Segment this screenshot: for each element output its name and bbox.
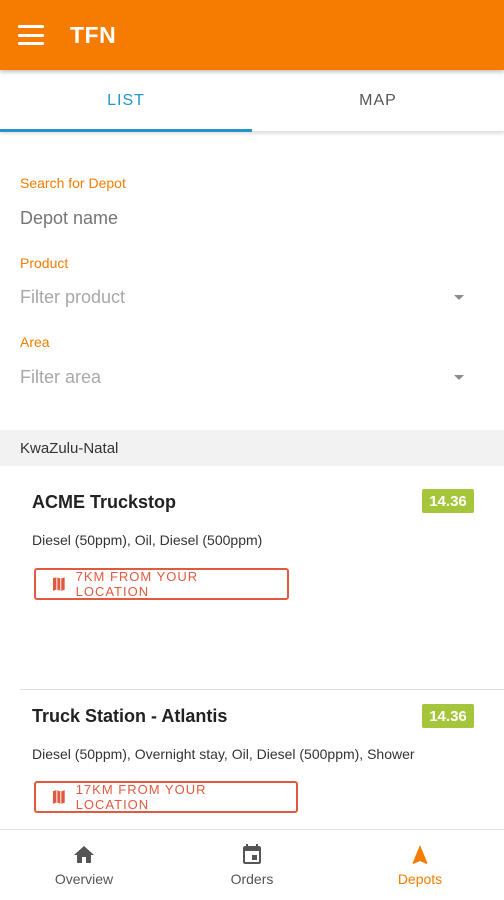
nav-overview[interactable]: Overview: [0, 830, 168, 900]
nav-orders[interactable]: Orders: [168, 830, 336, 900]
calendar-icon: [243, 844, 261, 864]
depot-card[interactable]: ACME Truckstop 14.36 Diesel (50ppm), Oil…: [0, 466, 504, 690]
map-icon: [52, 790, 65, 804]
dropdown-arrow-icon: [454, 295, 464, 300]
nav-label: Orders: [230, 871, 274, 887]
tab-map[interactable]: MAP: [252, 70, 504, 131]
hamburger-menu-icon[interactable]: [18, 25, 44, 45]
nav-label: Overview: [54, 871, 114, 887]
map-icon: [52, 577, 65, 591]
price-badge: 14.36: [422, 489, 474, 513]
view-tabs: LIST MAP: [0, 70, 504, 132]
distance-text: 7KM FROM YOUR LOCATION: [75, 569, 199, 599]
price-badge: 14.36: [422, 704, 474, 728]
navigation-arrow-icon: [412, 845, 428, 864]
product-select-value: Filter product: [20, 287, 126, 307]
depot-card[interactable]: Truck Station - Atlantis 14.36 Diesel (5…: [0, 690, 504, 829]
distance-text: 17KM FROM YOUR LOCATION: [75, 782, 207, 812]
depot-search-input[interactable]: [20, 206, 460, 230]
depot-products: Diesel (50ppm), Overnight stay, Oil, Die…: [32, 746, 415, 762]
distance-button[interactable]: 7KM FROM YOUR LOCATION: [34, 568, 289, 600]
depot-products: Diesel (50ppm), Oil, Diesel (500ppm): [32, 532, 263, 548]
dropdown-arrow-icon: [454, 375, 464, 380]
search-label: Search for Depot: [20, 175, 126, 191]
bottom-navigation: Overview Orders Depots: [0, 829, 504, 900]
app-title: TFN: [70, 21, 117, 48]
app-bar: TFN: [0, 0, 504, 70]
area-label: Area: [20, 334, 50, 350]
nav-label: Depots: [397, 871, 443, 887]
tab-list[interactable]: LIST: [0, 70, 252, 132]
region-header: KwaZulu-Natal: [0, 430, 504, 466]
home-icon: [74, 846, 94, 863]
distance-button[interactable]: 17KM FROM YOUR LOCATION: [34, 781, 298, 813]
area-select-value: Filter area: [20, 367, 102, 387]
nav-depots[interactable]: Depots: [336, 830, 504, 900]
area-select[interactable]: Filter area: [20, 367, 464, 388]
depot-name: ACME Truckstop: [32, 492, 177, 512]
product-select[interactable]: Filter product: [20, 287, 464, 308]
depot-name: Truck Station - Atlantis: [32, 706, 228, 726]
product-label: Product: [20, 255, 69, 271]
